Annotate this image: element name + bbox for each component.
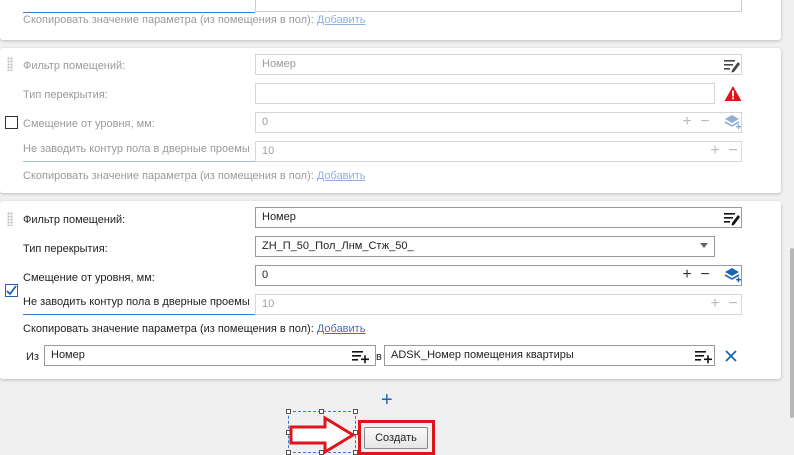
door-contour-combo[interactable]: Не заводить контур пола в дверные проемы [23,296,266,315]
list-edit-icon[interactable] [723,57,741,75]
add-copy-link[interactable]: Добавить [317,170,366,182]
offset-checkbox[interactable] [5,284,18,297]
offset-decrement-button[interactable]: − [698,114,712,130]
selection-handle[interactable] [286,409,291,414]
add-copy-link[interactable]: Добавить [317,323,366,335]
room-filter-input[interactable]: Номер [255,207,742,228]
copy-param-label: Скопировать значение параметра (из помещ… [23,170,314,182]
arrow-right-icon [289,415,356,455]
layers-add-icon[interactable] [724,267,742,285]
mapping-from-input[interactable]: Номер [44,345,376,366]
offset-label: Смещение от уровня, мм: [23,118,155,130]
list-add-icon[interactable] [351,348,369,366]
door-decrement-button[interactable]: − [726,143,740,159]
layers-add-icon[interactable] [724,114,742,132]
door-increment-button[interactable]: + [708,143,722,159]
rule-card-bottom: Фильтр помещений: Номер Тип перекрытия: … [0,201,781,379]
copy-param-row-top: Скопировать значение параметра (из помещ… [23,14,365,26]
drag-handle-icon[interactable] [7,212,13,226]
selection-handle[interactable] [353,409,358,414]
mapping-to-input[interactable]: ADSK_Номер помещения квартиры [384,345,715,366]
room-filter-label: Фильтр помещений: [23,60,126,72]
copy-param-label: Скопировать значение параметра (из помещ… [23,14,314,26]
floor-type-label: Тип перекрытия: [23,243,108,255]
offset-increment-button[interactable]: + [680,114,694,130]
scrollbar-thumb[interactable] [790,248,794,418]
door-contour-field-top[interactable] [255,0,742,12]
copy-param-row: Скопировать значение параметра (из помещ… [23,323,365,335]
door-contour-input[interactable]: 10 [255,141,742,162]
mapping-to-label: в [376,351,382,363]
selection-handle[interactable] [319,409,324,414]
list-add-icon[interactable] [694,348,712,366]
rule-card-mid: Фильтр помещений: Номер Тип перекрытия: … [0,48,781,193]
offset-input[interactable]: 0 [255,112,742,133]
room-filter-label: Фильтр помещений: [23,214,126,226]
door-contour-combo-top[interactable] [23,0,255,13]
door-increment-button[interactable]: + [708,296,722,312]
floor-type-label: Тип перекрытия: [23,89,108,101]
door-contour-input[interactable]: 10 [255,294,742,315]
close-icon[interactable] [723,348,741,366]
floor-type-select[interactable]: ZH_П_50_Пол_Лнм_Стж_50_ [255,236,715,257]
room-filter-input[interactable]: Номер [255,54,742,75]
chevron-down-icon [700,243,708,248]
drag-handle-icon[interactable] [7,57,13,71]
rule-card-top: Скопировать значение параметра (из помещ… [0,0,781,40]
door-contour-label: Не заводить контур пола в дверные проемы [23,296,250,308]
warning-icon [724,85,742,103]
floor-type-value: ZH_П_50_Пол_Лнм_Стж_50_ [262,240,414,252]
offset-decrement-button[interactable]: − [698,267,712,283]
add-copy-link[interactable]: Добавить [317,14,366,26]
floor-type-select[interactable] [255,83,715,104]
mapping-from-label: Из [26,351,39,363]
add-rule-button[interactable]: + [381,390,393,410]
list-edit-icon[interactable] [723,210,741,228]
offset-label: Смещение от уровня, мм: [23,272,155,284]
copy-param-row: Скопировать значение параметра (из помещ… [23,170,365,182]
offset-increment-button[interactable]: + [680,267,694,283]
copy-param-label: Скопировать значение параметра (из помещ… [23,323,314,335]
door-decrement-button[interactable]: − [726,296,740,312]
offset-checkbox[interactable] [5,116,18,129]
door-contour-combo[interactable]: Не заводить контур пола в дверные проемы [23,143,266,162]
door-contour-label: Не заводить контур пола в дверные проемы [23,143,250,155]
offset-input[interactable]: 0 [255,265,742,286]
create-button[interactable]: Создать [364,427,428,449]
